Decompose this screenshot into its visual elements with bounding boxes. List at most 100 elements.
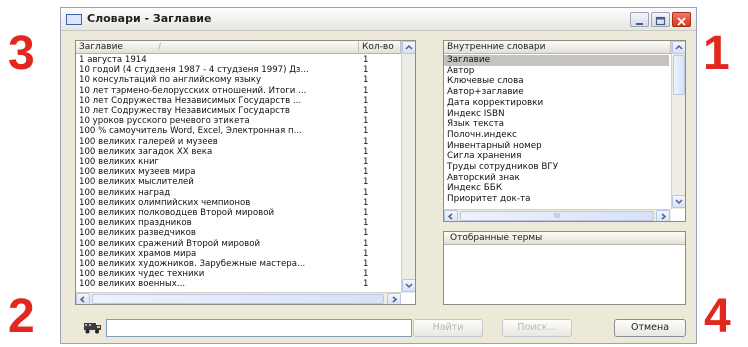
list-item[interactable]: Ключевые слова bbox=[444, 76, 669, 87]
dict-vertical-scroll-thumb[interactable] bbox=[673, 55, 685, 95]
list-item[interactable]: Приоритет док-та bbox=[444, 194, 669, 205]
table-row[interactable]: 100 великих чудес техники 1 bbox=[76, 269, 401, 279]
table-row[interactable]: 100 великих храмов мира 1 bbox=[76, 249, 401, 259]
annotation-4: 4 bbox=[704, 290, 731, 343]
search-input[interactable] bbox=[106, 319, 412, 337]
row-title: 100 великих полководцев Второй мировой bbox=[79, 208, 275, 218]
table-row[interactable]: 100 великих сражений Второй мировой 1 bbox=[76, 239, 401, 249]
table-row[interactable]: 100 великих музеев мира 1 bbox=[76, 167, 401, 177]
table-row[interactable]: 100 великих олимпийских чемпионов 1 bbox=[76, 198, 401, 208]
scroll-down-button[interactable] bbox=[402, 279, 415, 292]
list-item[interactable]: Инвентарный номер bbox=[444, 141, 669, 152]
dictionaries-list[interactable]: Внутренние словари Заглавие Автор Ключевые… bbox=[443, 40, 686, 222]
row-count: 1 bbox=[363, 106, 369, 116]
close-button[interactable] bbox=[672, 12, 691, 27]
table-row[interactable]: 100 великих праздников 1 bbox=[76, 218, 401, 228]
chevron-left-icon bbox=[447, 213, 453, 220]
table-row[interactable]: 100 великих наград 1 bbox=[76, 188, 401, 198]
table-row[interactable]: 100 великих военных... 1 bbox=[76, 279, 401, 289]
table-row[interactable]: 10 лет тэрмено-белорусских отношений. Ит… bbox=[76, 86, 401, 96]
maximize-button[interactable] bbox=[651, 12, 670, 27]
row-title: 100 великих чудес техники bbox=[79, 269, 205, 280]
row-count: 1 bbox=[363, 248, 369, 259]
row-count: 1 bbox=[363, 116, 369, 127]
selected-terms-list[interactable]: Отобранные термы bbox=[443, 231, 686, 305]
list-item[interactable]: Авторский знак bbox=[444, 173, 669, 184]
row-title: 100 великих книг bbox=[79, 157, 160, 167]
row-title: 10 лет тэрмено-белорусских отношений. Ит… bbox=[79, 85, 307, 96]
titles-list[interactable]: Заглавие / Кол-во 1 августа 1914 1 10 годо… bbox=[75, 40, 416, 305]
row-count: 1 bbox=[363, 208, 369, 218]
row-title: 100 % самоучитель Word, Excel, Электронн… bbox=[79, 126, 302, 137]
cancel-button[interactable]: Отмена bbox=[614, 319, 686, 337]
row-count: 1 bbox=[363, 187, 369, 198]
table-row[interactable]: 1 августа 1914 1 bbox=[76, 55, 401, 65]
scroll-up-button[interactable] bbox=[402, 41, 415, 54]
dict-horizontal-scroll-thumb[interactable]: III bbox=[460, 211, 654, 221]
titles-vertical-scrollbar[interactable] bbox=[401, 41, 415, 293]
chevron-down-icon bbox=[405, 283, 413, 289]
list-item[interactable]: Сигла хранения bbox=[444, 151, 669, 162]
column-header-count[interactable]: Кол-во bbox=[359, 41, 401, 54]
table-row[interactable]: 100 великих загадок XX века 1 bbox=[76, 147, 401, 157]
titles-horizontal-scrollbar[interactable] bbox=[76, 292, 401, 304]
table-row[interactable]: 100 великих мыслителей 1 bbox=[76, 177, 401, 187]
list-item[interactable]: Автор bbox=[444, 66, 669, 77]
dictionaries-vertical-scrollbar[interactable] bbox=[671, 41, 685, 209]
minimize-button[interactable] bbox=[630, 12, 649, 27]
table-row[interactable]: 10 лет Содружеству Независимых Государст… bbox=[76, 106, 401, 116]
table-row[interactable]: 10 лет Содружества Независимых Государст… bbox=[76, 96, 401, 106]
chevron-left-icon bbox=[79, 296, 85, 303]
list-item[interactable]: Автор+заглавие bbox=[444, 87, 669, 98]
row-title: 100 великих художников. Зарубежные масте… bbox=[79, 259, 306, 269]
table-row[interactable]: 100 великих полководцев Второй мировой 1 bbox=[76, 208, 401, 218]
column-header-title[interactable]: Заглавие / bbox=[76, 41, 359, 54]
list-item[interactable]: Дата корректировки bbox=[444, 98, 669, 109]
list-item[interactable]: Язык текста bbox=[444, 119, 669, 130]
row-count: 1 bbox=[363, 228, 369, 239]
row-count: 1 bbox=[363, 85, 369, 96]
row-title: 100 великих наград bbox=[79, 187, 171, 198]
horizontal-scroll-thumb[interactable] bbox=[92, 294, 384, 304]
dict-scroll-up-button[interactable] bbox=[672, 41, 685, 54]
chevron-right-icon bbox=[661, 213, 667, 220]
row-count: 1 bbox=[363, 197, 369, 208]
table-row[interactable]: 100 великих художников. Зарубежные масте… bbox=[76, 259, 401, 269]
row-title: 100 великих разведчиков bbox=[79, 228, 196, 239]
list-item[interactable]: Полочн.индекс bbox=[444, 130, 669, 141]
minimize-icon bbox=[636, 23, 643, 25]
row-count: 1 bbox=[363, 218, 369, 229]
scroll-left-button[interactable] bbox=[76, 293, 90, 304]
row-count: 1 bbox=[363, 65, 369, 76]
table-row[interactable]: 100 великих книг 1 bbox=[76, 157, 401, 167]
row-count: 1 bbox=[363, 95, 369, 106]
title-bar[interactable]: Словари - Заглавие bbox=[61, 8, 696, 31]
row-title: 10 консультаций по английскому языку bbox=[79, 75, 262, 86]
dictionaries-window: Словари - Заглавие Заглавие / Кол-во 1 а… bbox=[60, 7, 697, 344]
table-row[interactable]: 10 уроков русского речевого этикета 1 bbox=[76, 116, 401, 126]
list-item[interactable]: Индекс ББК bbox=[444, 183, 669, 194]
row-count: 1 bbox=[363, 259, 369, 269]
chevron-up-icon bbox=[405, 44, 413, 50]
table-row[interactable]: 100 % самоучитель Word, Excel, Электронн… bbox=[76, 126, 401, 136]
row-title: 10 лет Содружества Независимых Государст… bbox=[79, 95, 302, 106]
table-row[interactable]: 10 годоЙ (4 студзеня 1987 - 4 студзеня 1… bbox=[76, 65, 401, 75]
row-count: 1 bbox=[363, 55, 369, 65]
find-button[interactable]: Найти bbox=[413, 319, 483, 337]
dict-scroll-left-button[interactable] bbox=[444, 210, 458, 221]
annotation-2: 2 bbox=[8, 290, 35, 343]
scroll-right-button[interactable] bbox=[387, 293, 401, 304]
row-count: 1 bbox=[363, 126, 369, 137]
table-row[interactable]: 100 великих галерей и музеев 1 bbox=[76, 137, 401, 147]
column-header-title-label: Заглавие bbox=[79, 42, 123, 52]
dict-scroll-down-button[interactable] bbox=[672, 195, 685, 208]
list-item[interactable]: Заглавие bbox=[444, 55, 669, 66]
table-row[interactable]: 100 великих разведчиков 1 bbox=[76, 228, 401, 238]
list-item[interactable]: Индекс ISBN bbox=[444, 109, 669, 120]
dictionaries-horizontal-scrollbar[interactable]: III bbox=[444, 209, 671, 221]
list-item[interactable]: Труды сотрудников ВГУ bbox=[444, 162, 669, 173]
row-title: 100 великих мыслителей bbox=[79, 177, 194, 188]
dict-scroll-right-button[interactable] bbox=[656, 210, 670, 221]
search-button[interactable]: Поиск... bbox=[502, 319, 572, 337]
table-row[interactable]: 10 консультаций по английскому языку 1 bbox=[76, 75, 401, 85]
